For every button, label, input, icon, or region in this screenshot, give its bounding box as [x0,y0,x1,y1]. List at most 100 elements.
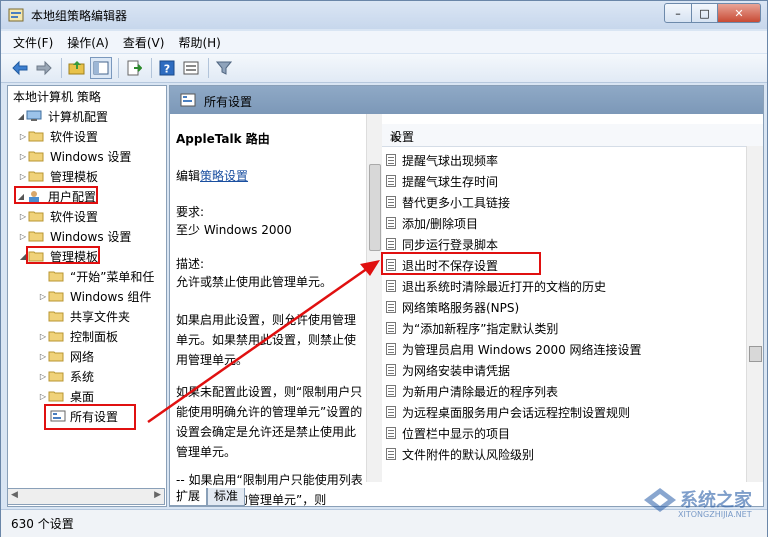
expand-triangle-icon[interactable]: ▷ [18,212,28,221]
filter-icon [216,61,232,75]
list-item[interactable]: 退出系统时清除最近打开的文档的历史 [386,276,606,296]
list-item[interactable]: 为远程桌面服务用户会话远程控制设置规则 [386,402,630,422]
watermark-subtext: XITONGZHIJIA.NET [678,510,752,519]
edit-policy-link[interactable]: 策略设置 [200,169,248,183]
collapse-triangle-icon[interactable]: ◢ [16,112,26,121]
help-icon: ? [159,60,175,76]
expand-triangle-icon[interactable]: ▷ [18,132,28,141]
back-button[interactable] [9,57,31,79]
list-item[interactable]: 为新用户清除最近的程序列表 [386,381,558,401]
tree-item-user-windows-settings[interactable]: ▷ Windows 设置 [18,227,131,245]
properties-icon [183,61,199,75]
list-item[interactable]: 替代更多小工具链接 [386,192,510,212]
setting-title: AppleTalk 路由 [176,132,270,146]
forward-button[interactable] [33,57,55,79]
setting-icon [386,343,396,355]
expand-triangle-icon[interactable]: ▷ [38,352,48,361]
setting-icon [386,238,396,250]
description-text: 允许或禁止使用此管理单元。 [176,275,333,289]
edit-line: 编辑策略设置 [176,169,249,183]
folder-icon [48,351,64,362]
list-scroll-thumb[interactable] [749,346,762,362]
list-item[interactable]: 同步运行登录脚本 [386,234,498,254]
tree-horizontal-scrollbar[interactable]: ◀ ▶ [7,488,165,505]
watermark-text: 系统之家 [680,490,752,511]
list-item[interactable]: 文件附件的默认风险级别 [386,444,534,464]
tab-extended[interactable]: 扩展 [169,488,208,506]
up-folder-button[interactable] [66,57,88,79]
menu-file[interactable]: 文件(F) [13,34,53,51]
tree-item-desktop[interactable]: ▷ 桌面 [38,387,94,405]
menu-help[interactable]: 帮助(H) [178,34,220,51]
tree-item-user-software[interactable]: ▷ 软件设置 [18,207,98,225]
expand-triangle-icon[interactable]: ▷ [38,292,48,301]
tab-standard[interactable]: 标准 [207,488,246,506]
list-item[interactable]: 网络策略服务器(NPS) [386,297,519,317]
expand-triangle-icon[interactable]: ▷ [18,172,28,181]
folder-icon [28,131,44,142]
list-item[interactable]: 为“添加新程序”指定默认类别 [386,318,558,338]
minimize-button[interactable]: – [664,3,692,23]
menu-action[interactable]: 操作(A) [67,34,109,51]
setting-icon [386,175,396,187]
column-header-setting[interactable]: ▲ 设置 [382,124,763,147]
menu-bar: 文件(F) 操作(A) 查看(V) 帮助(H) [1,31,767,53]
list-scrollbar[interactable] [746,146,763,482]
tree-item-computer-config[interactable]: ◢ 计算机配置 [16,107,108,125]
filter-button[interactable] [213,57,235,79]
setting-icon [386,364,396,376]
description-scrollbar[interactable] [366,114,382,482]
expand-triangle-icon[interactable]: ▷ [38,372,48,381]
back-arrow-icon [12,60,28,76]
close-button[interactable]: ✕ [718,3,761,23]
tree-item-start-menu[interactable]: “开始”菜单和任 [38,267,154,285]
setting-icon [386,448,396,460]
setting-icon [386,280,396,292]
list-item[interactable]: 提醒气球生存时间 [386,171,498,191]
list-item[interactable]: 提醒气球出现频率 [386,150,498,170]
description-para1: 如果启用此设置，则允许使用管理单元。如果禁用此设置，则禁止使用管理单元。 [176,313,357,367]
highlight-no-save-setting [381,252,541,275]
tree-item-control-panel[interactable]: ▷ 控制面板 [38,327,118,345]
folder-icon [28,211,44,222]
tree-item-admin-templates[interactable]: ▷ 管理模板 [18,167,98,185]
toolbar: ? [1,54,767,83]
tree-root[interactable]: 本地计算机 策略 [13,87,101,105]
folder-icon [28,171,44,182]
show-tree-button[interactable] [90,57,112,79]
maximize-button[interactable]: □ [692,3,718,23]
list-item[interactable]: 为网络安装申请凭据 [386,360,510,380]
tree-item-windows-components[interactable]: ▷ Windows 组件 [38,287,151,305]
list-item[interactable]: 添加/删除项目 [386,213,478,233]
folder-icon [48,311,64,322]
expand-triangle-icon[interactable]: ▷ [18,152,28,161]
forward-arrow-icon [36,60,52,76]
export-list-icon [127,60,142,76]
list-item[interactable]: 位置栏中显示的项目 [386,423,510,443]
folder-icon [28,231,44,242]
menu-view[interactable]: 查看(V) [123,34,165,51]
content-pane: 所有设置 AppleTalk 路由 编辑策略设置 要求: 至少 Windows … [169,85,764,507]
description-scroll-thumb[interactable] [369,164,381,251]
setting-icon [386,154,396,166]
tree-item-system[interactable]: ▷ 系统 [38,367,94,385]
tree-item-windows-settings[interactable]: ▷ Windows 设置 [18,147,131,165]
expand-triangle-icon[interactable]: ▷ [38,392,48,401]
expand-triangle-icon[interactable]: ▷ [38,332,48,341]
properties-view-button[interactable] [180,57,202,79]
tree-item-network[interactable]: ▷ 网络 [38,347,94,365]
title-bar: 本地组策略编辑器 – □ ✕ [1,1,767,29]
setting-icon [386,385,396,397]
help-button[interactable]: ? [156,57,178,79]
console-tree-icon [93,61,109,75]
folder-icon [48,291,64,302]
tree-item-shared-folders[interactable]: 共享文件夹 [38,307,130,325]
folder-icon [48,331,64,342]
highlight-user-config [14,186,98,204]
window-title: 本地组策略编辑器 [31,9,128,23]
list-item[interactable]: 为管理员启用 Windows 2000 网络连接设置 [386,339,642,359]
tree-item-software[interactable]: ▷ 软件设置 [18,127,98,145]
expand-triangle-icon[interactable]: ▷ [18,232,28,241]
export-list-button[interactable] [123,57,145,79]
up-folder-icon [68,61,85,75]
